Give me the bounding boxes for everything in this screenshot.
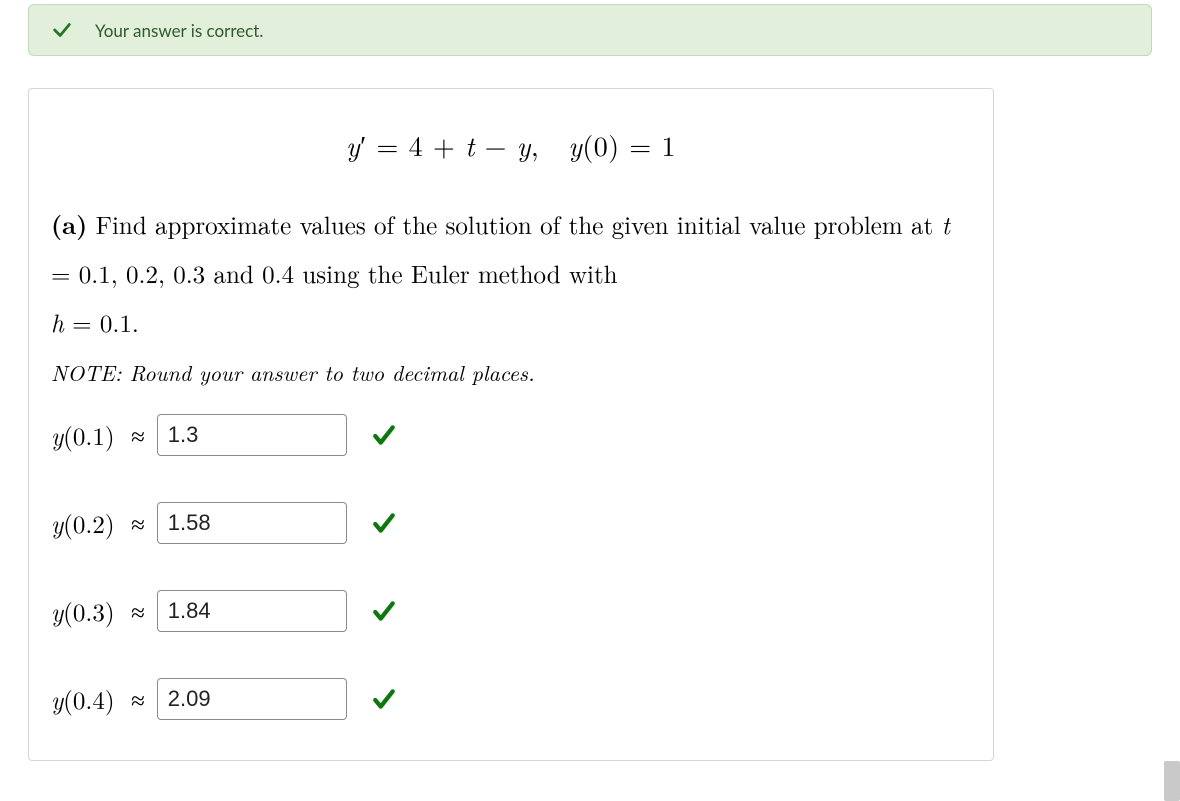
question-prompt: (a) Find approximate values of the solut…: [51, 201, 971, 347]
answer-row: y(0.1) ≈: [51, 414, 971, 456]
answer-row: y(0.3) ≈: [51, 590, 971, 632]
check-icon: [51, 19, 73, 41]
feedback-text: Your answer is correct.: [95, 20, 263, 41]
rounding-note: NOTE: Round your answer to two decimal p…: [51, 357, 971, 388]
var-t: t: [942, 207, 950, 242]
answer-input[interactable]: [157, 678, 347, 720]
equation: y′ = 4 + t − y, y(0) = 1: [51, 125, 971, 165]
part-label: (a): [51, 207, 87, 242]
feedback-banner: Your answer is correct.: [28, 4, 1152, 56]
prompt-text-1: Find approximate values of the solution …: [96, 207, 942, 242]
answer-label: y(0.1) ≈: [51, 418, 147, 453]
answer-label: y(0.2) ≈: [51, 506, 147, 541]
check-icon: [371, 420, 397, 450]
prompt-h-value: = 0.1.: [64, 305, 139, 340]
answer-label: y(0.3) ≈: [51, 594, 147, 629]
answer-row: y(0.2) ≈: [51, 502, 971, 544]
answer-input[interactable]: [157, 590, 347, 632]
answer-list: y(0.1) ≈ y(0.2) ≈: [51, 414, 971, 720]
prompt-t-values: = 0.1, 0.2, 0.3 and 0.4 using the Euler …: [51, 256, 618, 291]
answer-row: y(0.4) ≈: [51, 678, 971, 720]
scrollbar-thumb[interactable]: [1164, 761, 1180, 801]
check-icon: [371, 684, 397, 714]
check-icon: [371, 596, 397, 626]
answer-label: y(0.4) ≈: [51, 682, 147, 717]
answer-input[interactable]: [157, 414, 347, 456]
answer-input[interactable]: [157, 502, 347, 544]
var-h: h: [51, 305, 64, 340]
question-card: y′ = 4 + t − y, y(0) = 1 (a) Find approx…: [28, 88, 994, 761]
check-icon: [371, 508, 397, 538]
